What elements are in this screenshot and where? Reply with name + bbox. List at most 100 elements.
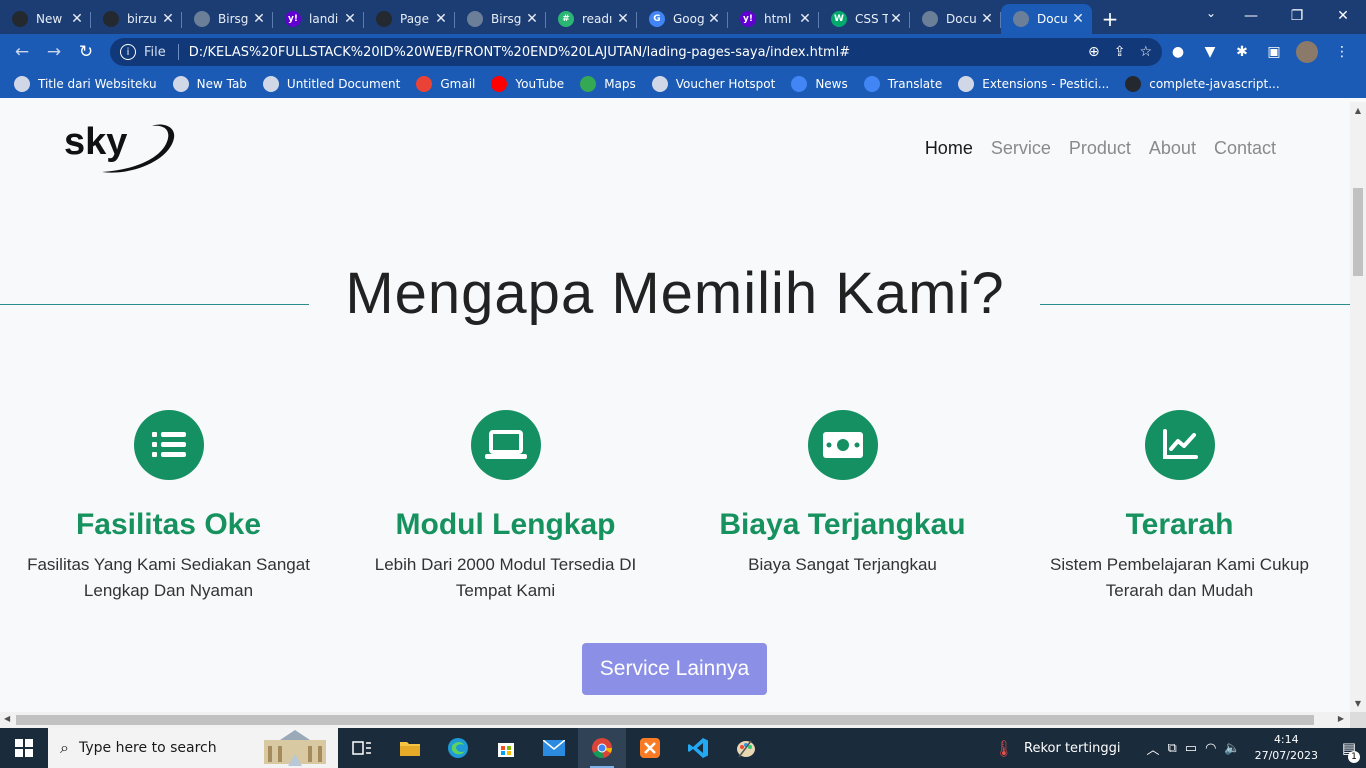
- browser-tab[interactable]: # readı ✕: [546, 4, 637, 34]
- microsoft-store-icon[interactable]: [482, 728, 530, 768]
- show-hidden-icons-chevron-icon[interactable]: ︿: [1146, 739, 1159, 758]
- nav-link-service[interactable]: Service: [991, 138, 1051, 159]
- zoom-icon[interactable]: ⊕: [1088, 44, 1100, 60]
- bookmark-item[interactable]: YouTube: [491, 76, 564, 92]
- edge-browser-icon[interactable]: [434, 728, 482, 768]
- close-tab-icon[interactable]: ✕: [342, 11, 358, 27]
- restore-button[interactable]: ❐: [1274, 0, 1320, 32]
- close-tab-icon[interactable]: ✕: [69, 11, 85, 27]
- bookmark-item[interactable]: Gmail: [416, 76, 475, 92]
- scrollbar-corner: [1350, 712, 1366, 728]
- logo-text: sky: [64, 121, 127, 163]
- forward-arrow-icon[interactable]: →: [38, 42, 70, 62]
- browser-tab[interactable]: birzu ✕: [91, 4, 182, 34]
- page-viewport: sky Home Service Product About Contact Menga…: [0, 102, 1366, 712]
- nav-link-about[interactable]: About: [1149, 138, 1196, 159]
- close-tab-icon[interactable]: ✕: [160, 11, 176, 27]
- taskbar-search-box[interactable]: ⌕ Type here to search: [48, 728, 338, 768]
- feature-description-line: Lebih Dari 2000 Modul Tersedia DI: [374, 555, 637, 574]
- browser-tab[interactable]: New ✕: [0, 4, 91, 34]
- bookmark-item[interactable]: Title dari Websiteku: [14, 76, 157, 92]
- nav-link-home[interactable]: Home: [925, 138, 973, 159]
- notification-center-icon[interactable]: ▤ 1: [1332, 739, 1366, 763]
- back-arrow-icon[interactable]: ←: [6, 42, 38, 62]
- browser-tab[interactable]: Docu ✕: [1001, 4, 1092, 34]
- horizontal-scroll-thumb[interactable]: [16, 715, 1314, 725]
- bookmark-item[interactable]: Extensions - Pestici...: [958, 76, 1109, 92]
- browser-tab[interactable]: Docu ✕: [910, 4, 1001, 34]
- close-tab-icon[interactable]: ✕: [1070, 11, 1086, 27]
- browser-tab[interactable]: Page ✕: [364, 4, 455, 34]
- translate-icon: [863, 76, 880, 92]
- extensions-puzzle-icon[interactable]: ✱: [1226, 44, 1258, 60]
- scroll-down-arrow-icon[interactable]: ▼: [1350, 699, 1366, 708]
- horizontal-scrollbar[interactable]: ◀ ▶: [0, 712, 1350, 728]
- system-clock[interactable]: 4:14 27/07/2023: [1255, 732, 1318, 764]
- close-tab-icon[interactable]: ✕: [615, 11, 631, 27]
- tab-search-chevron-icon[interactable]: ⌄: [1206, 6, 1216, 20]
- close-tab-icon[interactable]: ✕: [979, 11, 995, 27]
- side-panel-icon[interactable]: ▣: [1258, 44, 1290, 60]
- info-icon[interactable]: i: [120, 44, 136, 60]
- bookmark-star-icon[interactable]: ☆: [1139, 44, 1152, 60]
- nav-link-product[interactable]: Product: [1069, 138, 1131, 159]
- bookmark-item[interactable]: Untitled Document: [262, 76, 400, 92]
- mail-icon[interactable]: [530, 728, 578, 768]
- windows-start-button[interactable]: [0, 728, 48, 768]
- yahoo-icon: y!: [285, 11, 301, 27]
- scroll-left-arrow-icon[interactable]: ◀: [4, 714, 10, 723]
- bookmark-item[interactable]: Translate: [863, 76, 942, 92]
- browser-tab[interactable]: Birsg ✕: [455, 4, 546, 34]
- laptop-icon: [470, 410, 541, 480]
- browser-tab[interactable]: W CSS T ✕: [819, 4, 910, 34]
- close-tab-icon[interactable]: ✕: [251, 11, 267, 27]
- browser-tab[interactable]: y! html ✕: [728, 4, 819, 34]
- vue-devtools-icon[interactable]: ▼: [1194, 44, 1226, 60]
- battery-icon[interactable]: ▭: [1185, 741, 1197, 756]
- vscode-icon[interactable]: [674, 728, 722, 768]
- menu-kebab-icon[interactable]: ⋮: [1326, 44, 1358, 60]
- bookmark-label: complete-javascript...: [1149, 77, 1280, 91]
- close-tab-icon[interactable]: ✕: [433, 11, 449, 27]
- scroll-up-arrow-icon[interactable]: ▲: [1350, 106, 1366, 115]
- browser-tab[interactable]: G Goog ✕: [637, 4, 728, 34]
- browser-tab[interactable]: y! landi ✕: [273, 4, 364, 34]
- bookmark-item[interactable]: Maps: [580, 76, 636, 92]
- paint-icon[interactable]: [722, 728, 770, 768]
- vertical-scrollbar[interactable]: ▲ ▼: [1350, 102, 1366, 712]
- weather-widget[interactable]: 🌡 Rekor tertinggi: [994, 739, 1121, 758]
- nav-link-contact[interactable]: Contact: [1214, 138, 1276, 159]
- close-tab-icon[interactable]: ✕: [524, 11, 540, 27]
- browser-tab[interactable]: Birsg ✕: [182, 4, 273, 34]
- bookmark-item[interactable]: Voucher Hotspot: [651, 76, 775, 92]
- bookmark-item[interactable]: complete-javascript...: [1125, 76, 1280, 92]
- close-window-button[interactable]: ✕: [1320, 0, 1366, 32]
- feature-description-line: Terarah dan Mudah: [1105, 581, 1254, 600]
- xampp-icon[interactable]: [626, 728, 674, 768]
- tab-title: birzu: [127, 12, 157, 26]
- file-explorer-icon[interactable]: [386, 728, 434, 768]
- url-text[interactable]: D:/KELAS%20FULLSTACK%20ID%20WEB/FRONT%20…: [189, 45, 1074, 60]
- vertical-scroll-thumb[interactable]: [1353, 188, 1363, 276]
- close-tab-icon[interactable]: ✕: [797, 11, 813, 27]
- scroll-right-arrow-icon[interactable]: ▶: [1338, 714, 1344, 723]
- network-device-icon[interactable]: ⧉: [1167, 741, 1176, 756]
- bookmark-item[interactable]: News: [791, 76, 848, 92]
- address-bar[interactable]: i File D:/KELAS%20FULLSTACK%20ID%20WEB/F…: [110, 38, 1162, 66]
- chrome-icon[interactable]: [578, 728, 626, 768]
- reload-icon[interactable]: ↻: [70, 42, 102, 62]
- share-icon[interactable]: ⇪: [1114, 44, 1126, 60]
- task-view-icon[interactable]: [338, 728, 386, 768]
- profile-avatar[interactable]: [1296, 41, 1318, 63]
- service-lainnya-button[interactable]: Service Lainnya: [582, 643, 767, 695]
- minimize-button[interactable]: —: [1228, 0, 1274, 32]
- close-tab-icon[interactable]: ✕: [706, 11, 722, 27]
- wifi-icon[interactable]: ◠: [1205, 741, 1216, 756]
- bookmark-item[interactable]: New Tab: [172, 76, 247, 92]
- new-tab-plus-icon[interactable]: +: [1092, 4, 1128, 34]
- extension-icon[interactable]: ●: [1162, 44, 1194, 60]
- close-tab-icon[interactable]: ✕: [888, 11, 904, 27]
- volume-icon[interactable]: 🔈: [1224, 741, 1240, 756]
- sky-logo[interactable]: sky: [62, 116, 178, 178]
- tab-title: Docu: [1037, 12, 1068, 26]
